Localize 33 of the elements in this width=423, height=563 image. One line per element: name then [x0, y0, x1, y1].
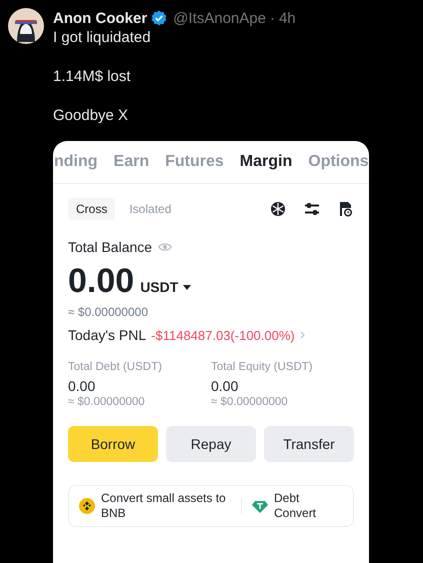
balance-approx: ≈ $0.00000000	[68, 305, 149, 319]
separator-dot: ·	[270, 10, 275, 26]
author-name[interactable]: Anon Cooker	[53, 10, 148, 26]
sliders-icon[interactable]	[304, 201, 320, 217]
document-clock-icon[interactable]	[338, 201, 354, 217]
coin-icon	[252, 498, 268, 514]
snowflake-icon[interactable]	[270, 201, 286, 217]
stat-approx: ≈ $0.00000000	[211, 396, 289, 408]
action-button[interactable]: Borrow	[68, 426, 158, 462]
caret-icon	[183, 284, 192, 290]
stat-value: 0.00	[211, 378, 240, 394]
action-button[interactable]: Transfer	[264, 426, 354, 462]
post-text: Goodbye X	[53, 106, 130, 126]
tab[interactable]: Margin	[240, 153, 292, 171]
post-text: 1.14M$ lost	[53, 67, 132, 87]
convert-link[interactable]: Convert small assets to BNB	[101, 491, 231, 521]
pnl-value: -$1148487.03(-100.00%)	[151, 328, 295, 342]
post-time[interactable]: 4h	[278, 10, 296, 26]
balance-amount: 0.00	[68, 263, 134, 299]
stat-label: Total Debt (USDT)	[68, 361, 163, 373]
stat-approx: ≈ $0.00000000	[68, 396, 146, 408]
mode-tab[interactable]: Cross	[68, 198, 116, 220]
post-text: I got liquidated	[53, 28, 152, 48]
balance-label: Total Balance	[68, 239, 152, 255]
author-handle[interactable]: @ItsAnonApe	[173, 10, 266, 26]
action-button[interactable]: Repay	[166, 426, 256, 462]
avatar[interactable]	[8, 8, 44, 44]
stat-value: 0.00	[68, 378, 96, 394]
currency-dropdown[interactable]: USDT	[140, 279, 192, 295]
stat-label: Total Equity (USDT)	[211, 361, 314, 373]
pnl-label: Today's PNL	[68, 327, 146, 343]
convert-link[interactable]: Debt Convert	[274, 491, 324, 521]
coin-icon	[79, 498, 95, 514]
